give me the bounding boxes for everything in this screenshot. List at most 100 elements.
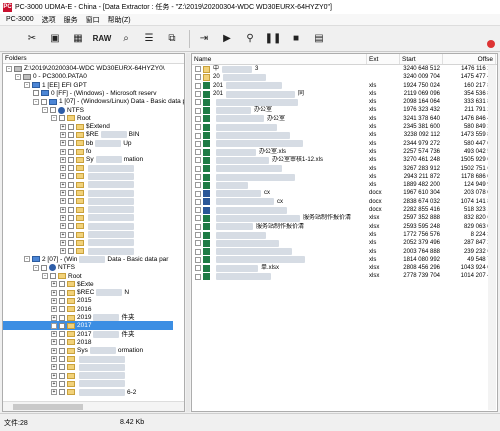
clone-icon[interactable]: ⧉ [162,29,182,49]
file-checkbox[interactable] [195,207,201,214]
tree-checkbox[interactable] [59,356,65,362]
log-icon[interactable]: ▤ [309,29,329,49]
stop-icon[interactable]: ■ [286,29,306,49]
tree-checkbox[interactable] [59,372,65,379]
file-checkbox[interactable] [195,66,201,73]
file-checkbox[interactable] [195,74,201,81]
file-row[interactable]: 办公室 xls 3241 378 640 1476 846 41 [192,115,497,123]
file-checkbox[interactable] [195,265,201,272]
file-checkbox[interactable] [195,190,201,197]
file-row[interactable]: cx docx 2838 674 032 1074 141 80 [192,198,497,206]
tree-checkbox[interactable] [59,281,65,288]
file-row[interactable]: xls 2003 764 888 239 232 66 [192,248,497,256]
tree-checkbox[interactable] [68,248,74,255]
file-checkbox[interactable] [195,240,201,247]
expand-icon[interactable]: + [51,347,57,354]
bike-icon[interactable]: ⚲ [240,29,260,49]
expand-icon[interactable]: + [60,231,66,238]
search-icon[interactable]: ⌕ [116,29,136,49]
file-checkbox[interactable] [195,273,201,280]
tree-checkbox[interactable] [68,140,74,147]
file-row[interactable]: xls 2052 379 496 287 847 27 [192,239,497,247]
expand-icon[interactable]: + [60,123,66,130]
file-checkbox[interactable] [195,157,201,164]
tree-node[interactable]: +6-2 [3,388,136,397]
expand-icon[interactable]: + [60,248,66,255]
vertical-scrollbar[interactable] [488,65,496,410]
expand-icon[interactable]: + [60,214,66,221]
collapse-icon[interactable]: - [15,73,21,80]
file-row[interactable]: 201 xls 1924 750 024 160 217 80 [192,82,497,90]
file-checkbox[interactable] [195,215,201,222]
expand-icon[interactable]: + [60,239,66,246]
tree-checkbox[interactable] [68,231,74,238]
file-checkbox[interactable] [195,140,201,147]
expand-icon[interactable]: + [51,356,57,362]
picture-icon[interactable]: ▣ [45,29,65,49]
column-ext[interactable]: Ext [367,54,400,64]
tree-checkbox[interactable] [59,389,65,396]
collapse-icon[interactable]: - [33,98,39,105]
file-checkbox[interactable] [195,82,201,89]
file-checkbox[interactable] [195,256,201,263]
file-checkbox[interactable] [195,174,201,180]
menu-pc3000[interactable]: PC-3000 [6,16,34,23]
file-row[interactable]: xls 2943 211 872 1178 686 04 [192,173,497,181]
column-start[interactable]: Start [400,54,443,64]
horizontal-scrollbar[interactable] [3,401,184,411]
expand-icon[interactable]: + [51,380,57,387]
menu-window[interactable]: 窗口 [86,15,100,25]
collapse-icon[interactable]: - [6,65,12,72]
pause-icon[interactable]: ❚❚ [263,29,283,49]
menu-options[interactable]: 选项 [42,15,56,25]
tree-checkbox[interactable] [68,148,74,155]
expand-icon[interactable]: + [60,181,66,188]
collapse-icon[interactable]: - [42,273,48,279]
expand-icon[interactable]: + [60,198,66,205]
tree-checkbox[interactable] [41,98,47,105]
expand-icon[interactable]: + [60,206,66,213]
tree-checkbox[interactable] [68,223,74,230]
expand-icon[interactable]: + [51,364,57,371]
tree-checkbox[interactable] [68,165,74,172]
file-row[interactable]: 服务站制作报价清 xlsx 2593 595 248 829 063 02 [192,223,497,231]
tree-checkbox[interactable] [59,331,65,338]
expand-icon[interactable]: + [60,140,66,147]
file-row[interactable]: xls 1814 080 992 49 548 76 [192,256,497,264]
scroll-thumb[interactable] [13,404,83,410]
expand-icon[interactable]: + [51,331,57,338]
expand-icon[interactable]: + [60,223,66,230]
tree-checkbox[interactable] [68,190,74,196]
column-offset[interactable]: Offse [443,54,496,64]
raw-button[interactable]: RAW [91,29,113,49]
collapse-icon[interactable]: - [24,82,30,89]
expand-icon[interactable]: + [51,339,57,346]
file-row[interactable]: xls 1889 482 200 124 949 97 [192,181,497,189]
file-row[interactable]: 中 3 3240 648 512 1476 116 28 [192,65,497,73]
collapse-icon[interactable]: - [42,107,48,113]
tree-checkbox[interactable] [33,90,39,97]
expand-icon[interactable]: + [51,289,57,296]
collapse-icon[interactable]: - [24,256,30,263]
file-row[interactable]: xls 2344 979 272 580 447 04 [192,140,497,148]
file-row[interactable]: xls 2098 164 064 333 631 84 [192,98,497,106]
tree-checkbox[interactable] [41,264,47,271]
file-checkbox[interactable] [195,182,201,189]
menu-help[interactable]: 帮助(Z) [108,15,131,25]
file-row[interactable]: xls 3238 092 112 1473 559 88 [192,131,497,140]
tree-checkbox[interactable] [59,115,65,122]
expand-icon[interactable]: + [51,322,57,329]
tree-checkbox[interactable] [68,131,74,138]
file-checkbox[interactable] [195,132,201,139]
expand-icon[interactable]: + [51,389,57,396]
tree-checkbox[interactable] [68,156,74,163]
file-checkbox[interactable] [195,91,201,98]
collapse-icon[interactable]: - [51,115,57,122]
panel-splitter[interactable] [186,53,190,412]
expand-icon[interactable]: + [60,190,66,196]
file-row[interactable]: xlsx 2778 739 704 1014 207 48 [192,272,497,281]
tree-checkbox[interactable] [68,173,74,180]
file-row[interactable]: 201 同 xls 2119 069 096 354 536 87 [192,90,497,98]
file-row[interactable]: cx docx 1967 610 304 203 078 07 [192,189,497,198]
file-checkbox[interactable] [195,198,201,205]
